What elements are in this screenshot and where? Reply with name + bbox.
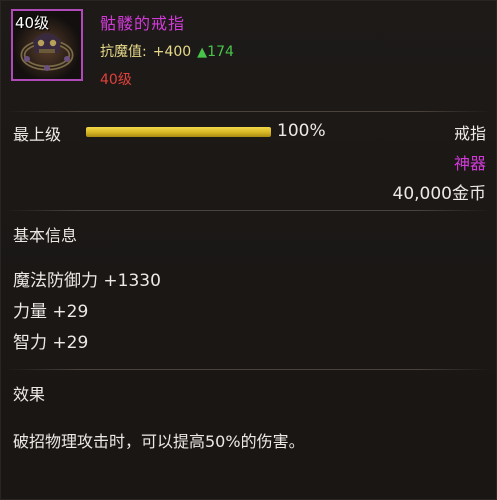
quality-percent: 100% [277, 121, 326, 141]
increase-arrow-icon: ▲ [197, 45, 208, 60]
divider [5, 111, 492, 112]
effect-title: 效果 [13, 385, 46, 404]
basic-info-title: 基本信息 [13, 226, 78, 245]
stat-intelligence: 智力 +29 [13, 333, 89, 353]
divider [5, 210, 492, 211]
item-type: 戒指 [453, 124, 486, 143]
quality-label: 最上级 [13, 125, 62, 144]
magic-resist-label: 抗魔值: [100, 44, 147, 60]
item-icon-frame[interactable]: 40级 [11, 9, 83, 81]
divider [5, 369, 492, 370]
required-level: 40级 [100, 72, 132, 88]
item-name: 骷髅的戒指 [100, 14, 186, 33]
item-level-tag: 40级 [15, 14, 50, 32]
magic-resist-delta: 174 [207, 44, 234, 60]
quality-bar-fill [86, 127, 271, 137]
magic-resist-line: 抗魔值: +400 ▲174 [100, 41, 234, 61]
item-tooltip: 40级 骷髅的戒指 抗魔值: +400 ▲174 40级 最上级 100% 戒指… [0, 0, 497, 500]
magic-resist-value: +400 [152, 44, 192, 60]
stat-magic-defense: 魔法防御力 +1330 [13, 271, 161, 291]
item-price: 40,000金币 [392, 184, 486, 204]
item-rarity: 神器 [453, 154, 486, 173]
stat-strength: 力量 +29 [13, 302, 89, 322]
quality-bar [86, 127, 271, 137]
effect-description: 破招物理攻击时，可以提高50%的伤害。 [13, 432, 305, 451]
